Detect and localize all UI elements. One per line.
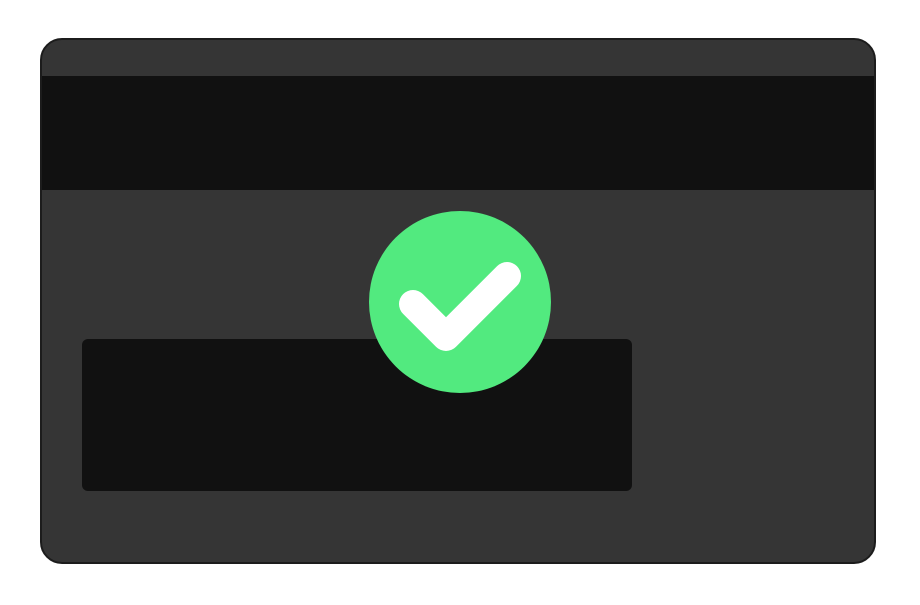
check-mark xyxy=(399,262,521,351)
illustration-stage xyxy=(0,0,920,605)
magnetic-stripe xyxy=(42,76,874,190)
check-icon xyxy=(399,262,521,351)
success-badge xyxy=(369,211,551,393)
